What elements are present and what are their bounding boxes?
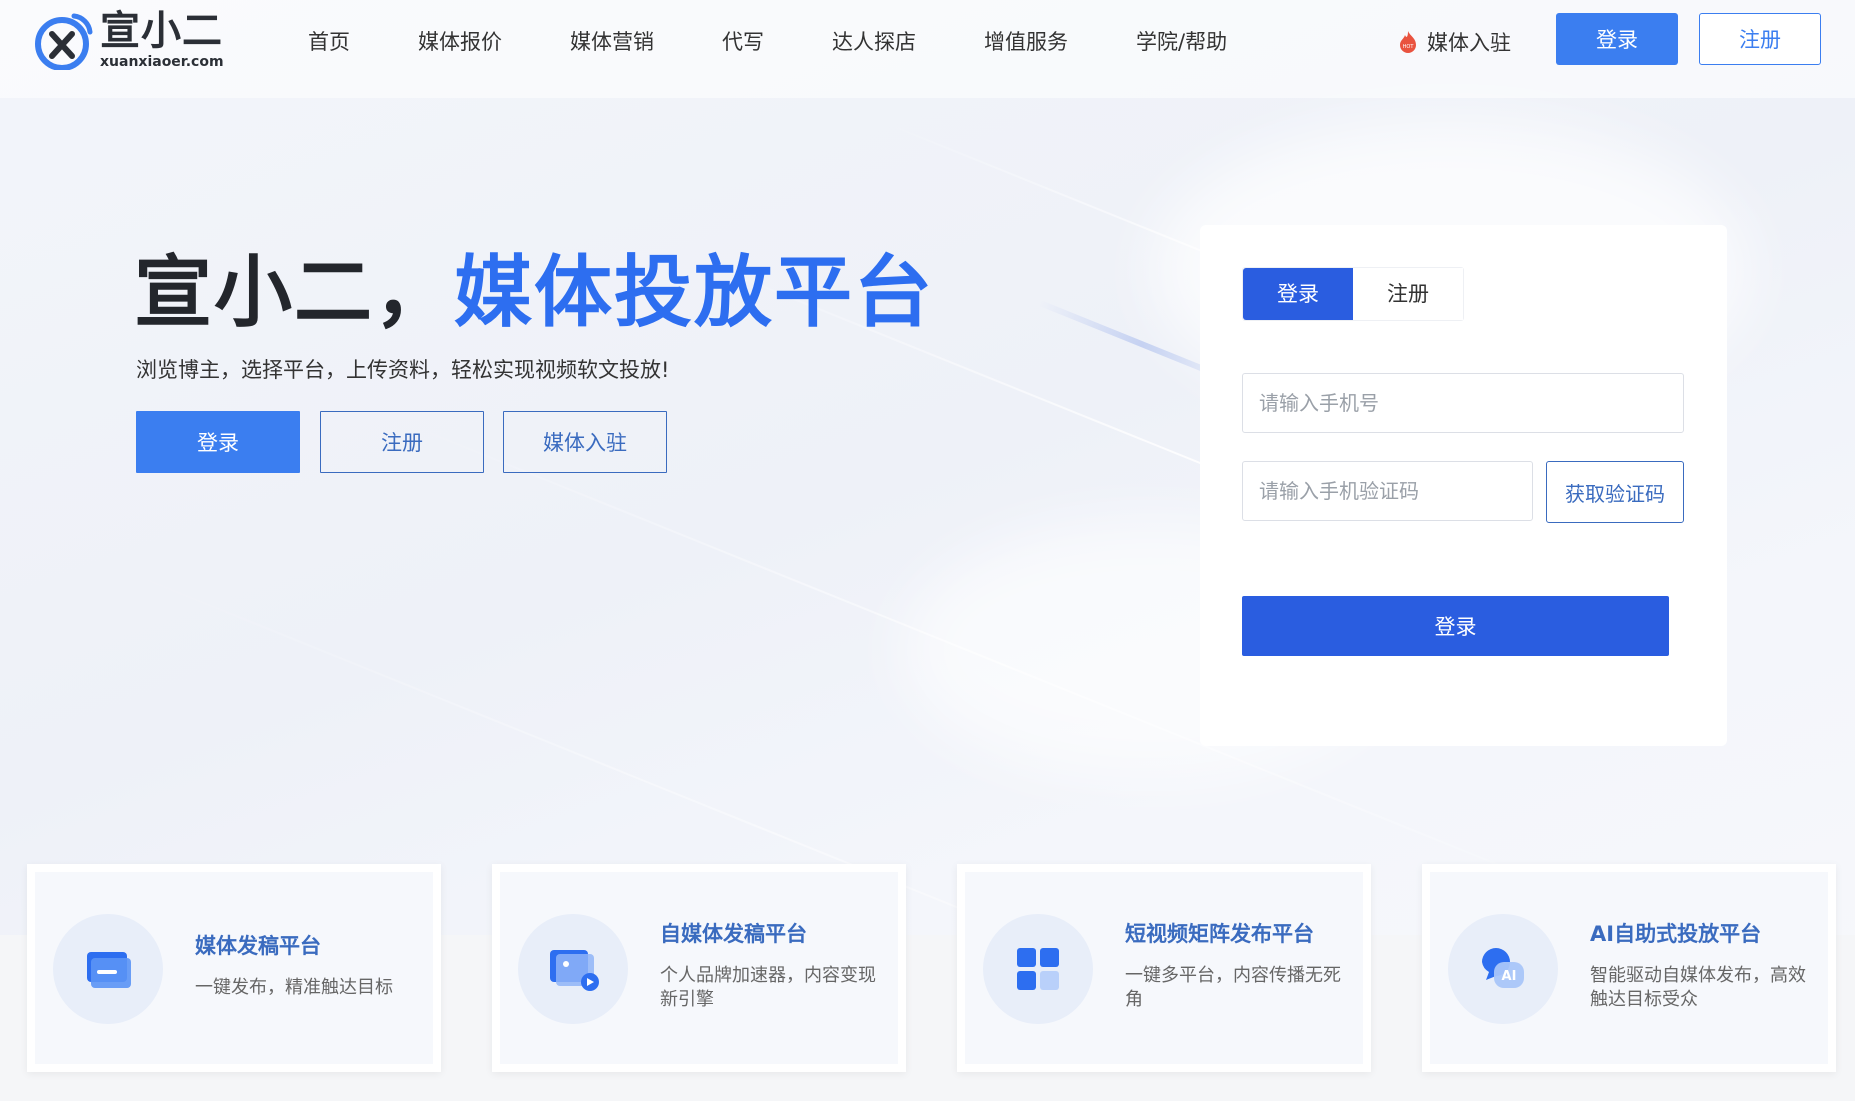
nav-item-ghostwriting[interactable]: 代写 (722, 24, 832, 60)
feature-card-ai-self-service[interactable]: AI AI自助式投放平台 智能驱动自媒体发布，高效触达目标受众 (1422, 864, 1836, 1072)
header-register-button[interactable]: 注册 (1699, 13, 1821, 65)
main-nav: 首页 媒体报价 媒体营销 代写 达人探店 增值服务 学院/帮助 (308, 24, 1286, 60)
feature-icon-circle: AI (1448, 914, 1558, 1024)
header-login-button[interactable]: 登录 (1556, 13, 1678, 65)
feature-title: 短视频矩阵发布平台 (1125, 922, 1314, 946)
media-join-link[interactable]: HOT 媒体入驻 (1397, 24, 1511, 60)
tab-register[interactable]: 注册 (1353, 268, 1463, 320)
feature-description: 一键多平台，内容传播无死角 (1125, 965, 1341, 1010)
media-join-label: 媒体入驻 (1427, 31, 1511, 55)
login-submit-button[interactable]: 登录 (1242, 596, 1669, 656)
hero-title-blue: 媒体投放平台 (454, 248, 935, 338)
feature-description: 个人品牌加速器，内容变现新引擎 (660, 965, 876, 1010)
nav-item-home[interactable]: 首页 (308, 24, 418, 60)
feature-title: 媒体发稿平台 (195, 934, 321, 958)
feature-icon-circle (53, 914, 163, 1024)
login-tabs: 登录 注册 (1242, 267, 1464, 321)
document-card-icon (81, 942, 135, 996)
hero-login-button[interactable]: 登录 (136, 411, 300, 473)
login-card: 登录 注册 获取验证码 登录 (1200, 225, 1727, 746)
hot-badge-text: HOT (1403, 44, 1415, 50)
nav-item-media-marketing[interactable]: 媒体营销 (570, 24, 722, 60)
feature-card-self-media[interactable]: 自媒体发稿平台 个人品牌加速器，内容变现新引擎 (492, 864, 906, 1072)
hero-title-dark: 宣小二， (134, 248, 455, 338)
top-header: 宣小二 xuanxiaoer.com 首页 媒体报价 媒体营销 代写 达人探店 … (0, 0, 1855, 98)
nav-item-value-added[interactable]: 增值服务 (984, 24, 1136, 60)
brand-name: 宣小二 (100, 8, 223, 54)
feature-icon-circle (983, 914, 1093, 1024)
feature-description: 智能驱动自媒体发布，高效触达目标受众 (1590, 965, 1806, 1010)
hot-fire-icon: HOT (1397, 30, 1419, 54)
tab-login[interactable]: 登录 (1243, 268, 1353, 320)
nav-item-influencer-visits[interactable]: 达人探店 (832, 24, 984, 60)
nav-item-academy-help[interactable]: 学院/帮助 (1136, 24, 1286, 60)
phone-input[interactable] (1242, 373, 1684, 433)
hero-register-button[interactable]: 注册 (320, 411, 484, 473)
logo-mark-icon (34, 10, 94, 71)
video-card-icon (546, 942, 600, 996)
get-code-button[interactable]: 获取验证码 (1546, 461, 1684, 523)
feature-description: 一键发布，精准触达目标 (195, 977, 393, 998)
nav-item-media-pricing[interactable]: 媒体报价 (418, 24, 570, 60)
grid-icon (1011, 942, 1065, 996)
hero-subtitle: 浏览博主，选择平台，上传资料，轻松实现视频软文投放! (136, 358, 670, 382)
feature-card-short-video-matrix[interactable]: 短视频矩阵发布平台 一键多平台，内容传播无死角 (957, 864, 1371, 1072)
feature-icon-circle (518, 914, 628, 1024)
hero-title: 宣小二，媒体投放平台 (134, 230, 934, 342)
hero-media-join-button[interactable]: 媒体入驻 (503, 411, 667, 473)
svg-text:AI: AI (1502, 969, 1517, 984)
verification-code-input[interactable] (1242, 461, 1533, 521)
feature-title: 自媒体发稿平台 (660, 922, 807, 946)
logo[interactable]: 宣小二 xuanxiaoer.com (34, 8, 224, 72)
feature-title: AI自助式投放平台 (1590, 922, 1762, 946)
feature-card-media-publishing[interactable]: 媒体发稿平台 一键发布，精准触达目标 (27, 864, 441, 1072)
ai-chat-icon: AI (1476, 942, 1530, 996)
brand-domain: xuanxiaoer.com (100, 54, 224, 70)
